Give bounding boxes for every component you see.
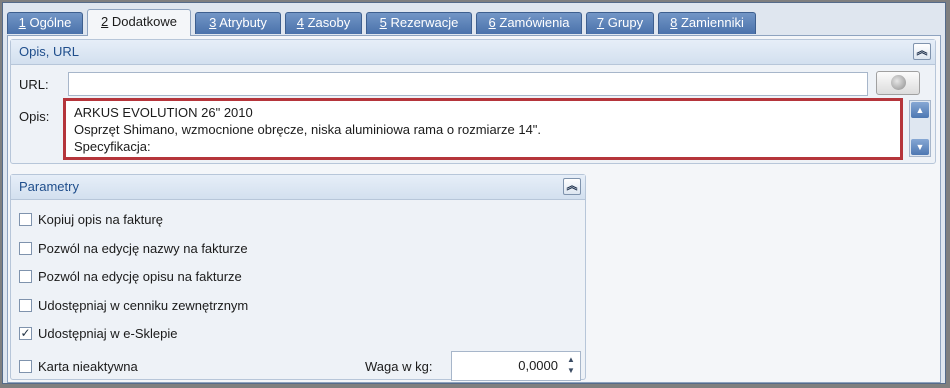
checkbox[interactable]: [19, 270, 32, 283]
checkbox-label: Udostępniaj w e-Sklepie: [38, 326, 178, 341]
group-title: Opis, URL: [19, 44, 79, 59]
tab-hotkey: 5: [379, 15, 387, 30]
spin-arrows[interactable]: ▲ ▼: [565, 354, 577, 380]
tab-grupy[interactable]: 7 Grupy: [586, 12, 654, 34]
tab-rezerwacje[interactable]: 5 Rezerwacje: [366, 12, 472, 34]
opis-line: ARKUS EVOLUTION 26" 2010: [74, 105, 253, 120]
waga-label: Waga w kg:: [365, 359, 433, 374]
tab-hotkey: 1: [18, 15, 26, 30]
tab-label: Dodatkowe: [108, 14, 177, 29]
tab-label: Grupy: [604, 15, 644, 30]
waga-input[interactable]: 0,0000 ▲ ▼: [451, 351, 581, 381]
checkbox[interactable]: ✓: [19, 327, 32, 340]
checkbox-label: Udostępniaj w cenniku zewnętrznym: [38, 298, 249, 313]
tab-label: Rezerwacje: [386, 15, 459, 30]
tab-ogolne[interactable]: 1 Ogólne: [7, 12, 83, 34]
tab-label: Zamienniki: [677, 15, 744, 30]
parametry-header: Parametry ︽: [11, 175, 585, 200]
checkbox[interactable]: [19, 360, 32, 373]
scroll-down-icon[interactable]: ▼: [911, 139, 929, 155]
tab-page-dodatkowe: Opis, URL ︽ URL: Opis: ARKUS EVOLUTION 2…: [7, 35, 941, 383]
opis-scrollbar[interactable]: ▲ ▼: [909, 100, 931, 157]
checkbox[interactable]: [19, 299, 32, 312]
tab-zasoby[interactable]: 4 Zasoby: [285, 12, 362, 34]
checkbox-label: Karta nieaktywna: [38, 359, 138, 374]
globe-icon: [891, 75, 906, 90]
scroll-up-icon[interactable]: ▲: [911, 102, 929, 118]
open-url-button[interactable]: [876, 71, 920, 95]
spin-down-icon[interactable]: ▼: [565, 365, 577, 376]
tab-dodatkowe[interactable]: 2 Dodatkowe: [87, 9, 191, 36]
spin-up-icon[interactable]: ▲: [565, 354, 577, 365]
checkbox[interactable]: [19, 213, 32, 226]
tab-label: Ogólne: [25, 15, 72, 30]
tab-atrybuty[interactable]: 3 Atrybuty: [195, 12, 281, 34]
url-label: URL:: [19, 77, 49, 92]
checkbox-label: Pozwól na edycję opisu na fakturze: [38, 269, 242, 284]
opis-textarea[interactable]: ARKUS EVOLUTION 26" 2010 Osprzęt Shimano…: [63, 98, 903, 160]
checkbox[interactable]: [19, 242, 32, 255]
tab-label: Zamówienia: [495, 15, 570, 30]
tab-label: Zasoby: [303, 15, 351, 30]
tab-hotkey: 6: [488, 15, 496, 30]
tab-label: Atrybuty: [216, 15, 267, 30]
opis-line: Specyfikacja:: [74, 139, 151, 154]
collapse-icon[interactable]: ︽: [563, 178, 581, 195]
opis-url-header: Opis, URL ︽: [11, 40, 935, 65]
collapse-icon[interactable]: ︽: [913, 43, 931, 60]
opis-url-group: Opis, URL ︽ URL: Opis: ARKUS EVOLUTION 2…: [10, 39, 936, 164]
group-title: Parametry: [19, 179, 79, 194]
opis-label: Opis:: [19, 109, 50, 124]
waga-value: 0,0000: [518, 358, 558, 373]
opis-line: Osprzęt Shimano, wzmocnione obręcze, nis…: [74, 122, 542, 137]
checkbox-label: Pozwól na edycję nazwy na fakturze: [38, 241, 248, 256]
tab-zamowienia[interactable]: 6 Zamówienia: [476, 12, 582, 34]
tab-hotkey: 4: [296, 15, 304, 30]
tab-zamienniki[interactable]: 8 Zamienniki: [658, 12, 756, 34]
parametry-group: Parametry ︽ Kopiuj opis na fakturę Pozwó…: [10, 174, 586, 381]
window-frame: 1 Ogólne 2 Dodatkowe 3 Atrybuty 4 Zasoby…: [2, 2, 946, 384]
url-input[interactable]: [68, 72, 868, 96]
checkbox-label: Kopiuj opis na fakturę: [38, 212, 164, 227]
